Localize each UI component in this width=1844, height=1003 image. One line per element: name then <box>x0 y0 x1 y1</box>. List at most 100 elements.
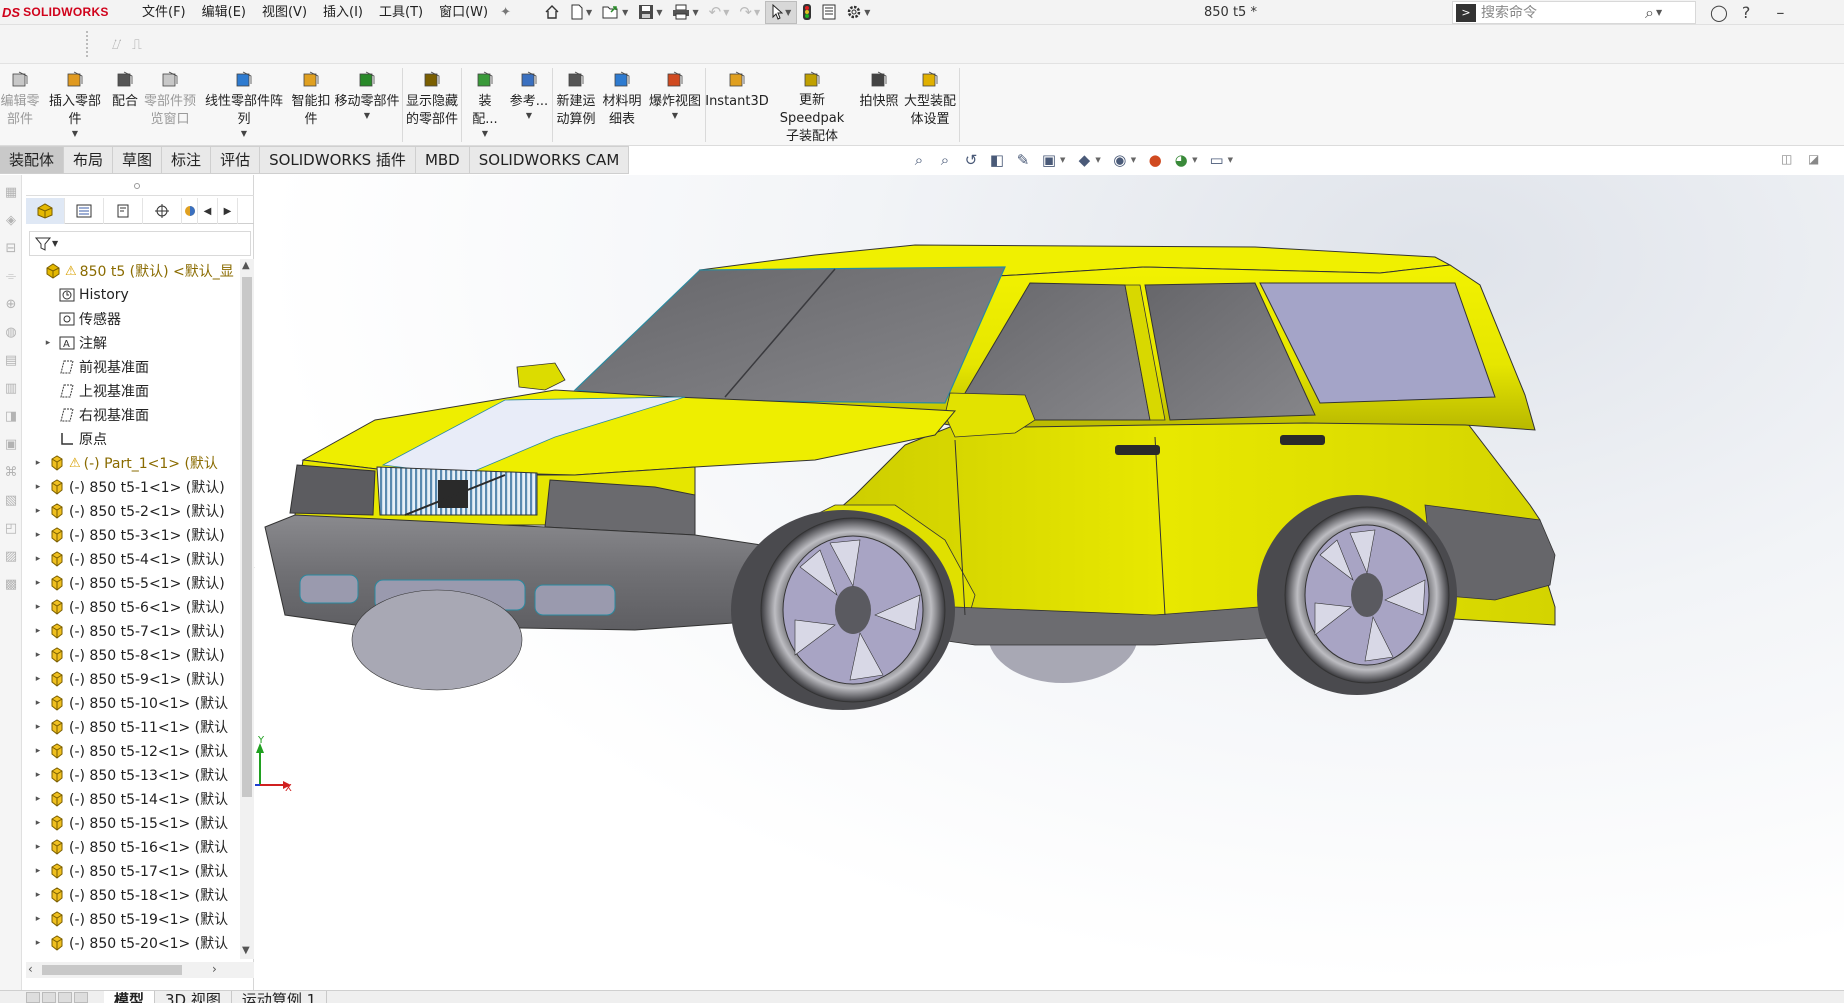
first-tab-icon[interactable] <box>26 992 40 1003</box>
tool-icon[interactable]: ⊕ <box>0 293 22 315</box>
menu-tools[interactable]: 工具(T) <box>371 0 431 25</box>
previous-view-icon[interactable]: ↺ <box>960 149 982 171</box>
help-icon[interactable]: ? <box>1742 3 1751 22</box>
tab-6[interactable]: MBD <box>415 146 470 174</box>
tree-filter[interactable]: ▼ <box>29 231 251 256</box>
tool-icon[interactable]: ▥ <box>0 377 22 399</box>
tab-1[interactable]: 布局 <box>64 146 114 174</box>
tool-icon[interactable]: ⌘ <box>0 461 22 483</box>
scroll-thumb[interactable] <box>242 277 252 797</box>
display-style-icon[interactable]: ◆ <box>1073 149 1095 171</box>
ribbon-button-13[interactable]: Instant3D <box>705 64 769 146</box>
tree-row[interactable]: 传感器 <box>26 307 240 331</box>
print-button[interactable]: ▼ <box>667 0 703 25</box>
bottom-tab-2[interactable]: 运动算例 1 <box>232 991 328 1003</box>
expand-arrow-icon[interactable]: ▸ <box>32 842 44 852</box>
front-left-wheel[interactable] <box>351 589 523 691</box>
display-manager-tab[interactable] <box>182 198 198 224</box>
tree-row[interactable]: ▸ (-) 850 t5-16<1> (默认 <box>26 835 240 859</box>
chevron-down-icon[interactable]: ▼ <box>1192 156 1197 164</box>
ribbon-button-12[interactable]: 爆炸视图 ▼ <box>647 64 703 146</box>
tree-row[interactable]: ▸ (-) 850 t5-13<1> (默认 <box>26 763 240 787</box>
tree-row[interactable]: ▸ (-) 850 t5-6<1> (默认) <box>26 595 240 619</box>
expand-arrow-icon[interactable]: ▸ <box>32 458 44 468</box>
undo-button[interactable]: ↶ ▼ <box>704 0 735 25</box>
tree-vertical-scrollbar[interactable]: ▲ ▼ <box>240 259 254 959</box>
home-button[interactable] <box>539 0 565 25</box>
tool-icon[interactable]: ⌯ <box>0 265 22 287</box>
select-button[interactable]: ▼ <box>765 0 798 24</box>
chevron-down-icon[interactable]: ▼ <box>241 129 247 139</box>
tree-horizontal-scrollbar[interactable]: ‹ › <box>26 962 254 978</box>
ribbon-button-15[interactable]: 拍快照 <box>858 64 900 146</box>
chevron-down-icon[interactable]: ▼ <box>72 129 78 139</box>
expand-arrow-icon[interactable]: ▸ <box>32 794 44 804</box>
tab-0[interactable]: 装配体 <box>0 146 65 174</box>
tree-row[interactable]: 右视基准面 <box>26 403 240 427</box>
edit-appearance-icon[interactable]: ● <box>1144 149 1166 171</box>
chevron-down-icon[interactable]: ▼ <box>364 111 370 121</box>
expand-arrow-icon[interactable]: ▸ <box>32 890 44 900</box>
menu-edit[interactable]: 编辑(E) <box>194 0 254 25</box>
sketch-tool-icon[interactable]: ⌰ <box>112 37 121 53</box>
tree-row[interactable]: ▸ (-) 850 t5-5<1> (默认) <box>26 571 240 595</box>
smart-dimension-icon[interactable]: ⎍ <box>132 37 142 53</box>
tree-row[interactable]: ▸ (-) 850 t5-10<1> (默认 <box>26 691 240 715</box>
expand-arrow-icon[interactable]: ▸ <box>32 722 44 732</box>
user-account-icon[interactable]: ◯ <box>1710 3 1728 22</box>
expand-arrow-icon[interactable]: ▸ <box>32 674 44 684</box>
redo-button[interactable]: ↷ ▼ <box>734 0 765 25</box>
toolbar-grip[interactable] <box>86 31 90 57</box>
next-tab-icon[interactable] <box>58 992 72 1003</box>
ribbon-button-8[interactable]: 装配... ▼ <box>466 64 504 146</box>
chevron-down-icon[interactable]: ▼ <box>526 111 532 121</box>
expand-arrow-icon[interactable]: ▸ <box>32 698 44 708</box>
expand-arrow-icon[interactable]: ▸ <box>32 602 44 612</box>
tool-icon[interactable]: ▨ <box>0 545 22 567</box>
tree-row[interactable]: ▸ A 注解 <box>26 331 240 355</box>
rebuild-button[interactable] <box>797 0 817 25</box>
tree-row[interactable]: ▸ (-) 850 t5-17<1> (默认 <box>26 859 240 883</box>
view-settings-icon[interactable]: ▭ <box>1206 149 1228 171</box>
search-input[interactable] <box>1481 4 1641 21</box>
scroll-left-icon[interactable]: ‹ <box>28 962 33 976</box>
chevron-down-icon[interactable]: ▼ <box>1228 156 1233 164</box>
chevron-down-icon[interactable]: ▼ <box>672 111 678 121</box>
configuration-manager-tab[interactable] <box>104 198 143 224</box>
expand-arrow-icon[interactable]: ▸ <box>32 482 44 492</box>
tree-row[interactable]: ▸ (-) 850 t5-2<1> (默认) <box>26 499 240 523</box>
tree-row[interactable]: History <box>26 283 240 307</box>
section-view-icon[interactable]: ◧ <box>986 149 1008 171</box>
tool-icon[interactable]: ⊟ <box>0 237 22 259</box>
tab-5[interactable]: SOLIDWORKS 插件 <box>260 146 416 174</box>
bottom-tab-1[interactable]: 3D 视图 <box>155 991 232 1003</box>
apply-scene-icon[interactable]: ◕ <box>1170 149 1192 171</box>
tab-2[interactable]: 草图 <box>113 146 163 174</box>
prev-tab-icon[interactable] <box>42 992 56 1003</box>
tree-row[interactable]: ▸ (-) 850 t5-18<1> (默认 <box>26 883 240 907</box>
menu-view[interactable]: 视图(V) <box>254 0 315 25</box>
chevron-down-icon[interactable]: ▼ <box>1095 156 1100 164</box>
left-headlight[interactable] <box>289 464 376 516</box>
restore-view-icon[interactable]: ◫ <box>1781 152 1792 166</box>
expand-arrow-icon[interactable]: ▸ <box>32 914 44 924</box>
tree-row[interactable]: 前视基准面 <box>26 355 240 379</box>
expand-arrow-icon[interactable]: ▸ <box>32 866 44 876</box>
expand-arrow-icon[interactable]: ▸ <box>32 578 44 588</box>
expand-arrow-icon[interactable]: ▸ <box>32 746 44 756</box>
expand-arrow-icon[interactable]: ▸ <box>32 506 44 516</box>
options-button[interactable]: ▼ <box>841 0 875 25</box>
ribbon-button-5[interactable]: 智能扣件 <box>291 64 331 146</box>
ribbon-button-7[interactable]: 显示隐藏 的零部件 <box>405 64 459 146</box>
tab-4[interactable]: 评估 <box>211 146 261 174</box>
last-tab-icon[interactable] <box>74 992 88 1003</box>
ribbon-button-9[interactable]: 参考... ▼ <box>508 64 550 146</box>
tree-row[interactable]: ▸ (-) 850 t5-20<1> (默认 <box>26 931 240 955</box>
ribbon-button-1[interactable]: 插入零部件 ▼ <box>44 64 106 146</box>
dynamic-annotation-icon[interactable]: ✎ <box>1012 149 1034 171</box>
chevron-down-icon[interactable]: ▼ <box>1656 8 1662 17</box>
solidworks-logo[interactable]: DS SOLIDWORKS <box>0 5 134 20</box>
graphics-viewport[interactable]: Y X Z <box>255 175 1844 990</box>
tree-row[interactable]: ▸ (-) 850 t5-11<1> (默认 <box>26 715 240 739</box>
expand-arrow-icon[interactable]: ▸ <box>42 338 54 348</box>
